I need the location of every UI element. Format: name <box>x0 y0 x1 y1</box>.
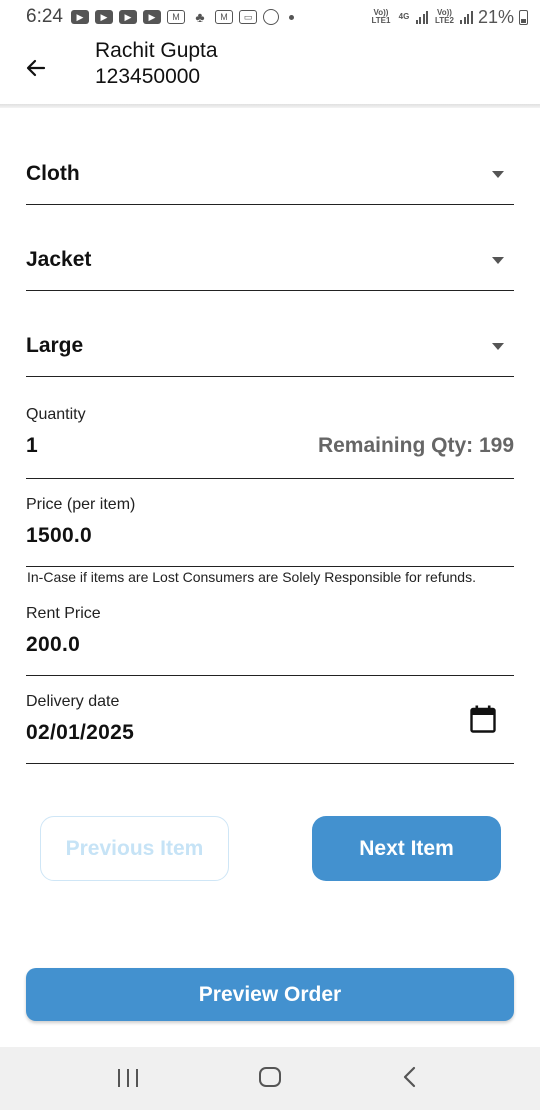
item-dropdown[interactable]: Jacket <box>26 231 514 291</box>
category-dropdown[interactable]: Cloth <box>26 145 514 205</box>
signal-2-icon <box>460 10 473 24</box>
app-bar: Rachit Gupta 123450000 <box>0 34 540 106</box>
item-value: Jacket <box>26 248 92 271</box>
recents-icon[interactable] <box>118 1069 138 1089</box>
gmail-icon: M <box>214 10 233 24</box>
dropdown-arrow-icon <box>492 343 504 350</box>
quantity-field[interactable]: Quantity 1 Remaining Qty: 199 <box>26 400 514 479</box>
category-value: Cloth <box>26 162 80 185</box>
price-label: Price (per item) <box>26 496 136 513</box>
battery-percent: 21% <box>477 6 514 27</box>
notification-icons: ▶ ▶ ▶ ▶ M ♣ M ▭ <box>70 9 294 25</box>
signal-1-icon <box>415 10 429 24</box>
youtube-icon: ▶ <box>70 10 89 24</box>
dropdown-arrow-icon <box>492 257 504 264</box>
status-bar: 6:24 ▶ ▶ ▶ ▶ M ♣ M ▭ Vo)) LTE1 4G Vo)) L… <box>0 0 540 34</box>
bank-icon: ♣ <box>195 9 205 25</box>
rent-price-value[interactable]: 200.0 <box>26 633 80 657</box>
previous-item-button[interactable]: Previous Item <box>40 816 229 881</box>
size-dropdown[interactable]: Large <box>26 317 514 377</box>
youtube-icon: ▶ <box>94 10 113 24</box>
status-indicators: Vo)) LTE1 4G Vo)) LTE2 21% <box>370 7 528 28</box>
tv-icon: ▭ <box>238 10 257 24</box>
dropdown-arrow-icon <box>492 171 504 178</box>
youtube-icon: ▶ <box>142 10 161 24</box>
arrow-left-icon <box>26 59 46 77</box>
refund-disclaimer: In-Case if items are Lost Consumers are … <box>27 569 476 585</box>
system-nav-bar <box>0 1047 540 1110</box>
delivery-date-field[interactable]: Delivery date 02/01/2025 <box>26 687 514 764</box>
calendar-icon[interactable] <box>470 705 496 733</box>
status-time: 6:24 <box>26 6 63 27</box>
battery-icon <box>519 9 528 25</box>
size-value: Large <box>26 334 84 357</box>
gmail-icon: M <box>166 10 185 24</box>
delivery-date-value[interactable]: 02/01/2025 <box>26 721 134 745</box>
rent-price-label: Rent Price <box>26 605 101 622</box>
back-button[interactable] <box>16 48 56 88</box>
network-1-label: Vo)) LTE1 <box>371 8 391 25</box>
rent-price-field[interactable]: Rent Price 200.0 <box>26 599 514 676</box>
price-value[interactable]: 1500.0 <box>26 524 92 548</box>
customer-phone: 123450000 <box>95 65 201 88</box>
youtube-icon: ▶ <box>118 10 137 24</box>
next-item-button[interactable]: Next Item <box>312 816 501 881</box>
quantity-label: Quantity <box>26 406 86 423</box>
network-2-label: Vo)) LTE2 <box>434 8 454 25</box>
home-icon[interactable] <box>259 1067 281 1087</box>
customer-name: Rachit Gupta <box>95 39 218 62</box>
network-gen-label: 4G <box>398 12 410 21</box>
remaining-qty: Remaining Qty: 199 <box>317 434 514 457</box>
customer-info: Rachit Gupta 123450000 <box>95 38 218 90</box>
more-notifications-icon <box>288 14 294 20</box>
app-bar-divider <box>0 104 540 108</box>
preview-order-button[interactable]: Preview Order <box>26 968 514 1021</box>
quantity-value[interactable]: 1 <box>26 434 38 458</box>
nav-back-icon[interactable] <box>400 1065 420 1089</box>
delivery-date-label: Delivery date <box>26 693 120 710</box>
whatsapp-icon <box>262 9 279 25</box>
price-field[interactable]: Price (per item) 1500.0 <box>26 490 514 567</box>
